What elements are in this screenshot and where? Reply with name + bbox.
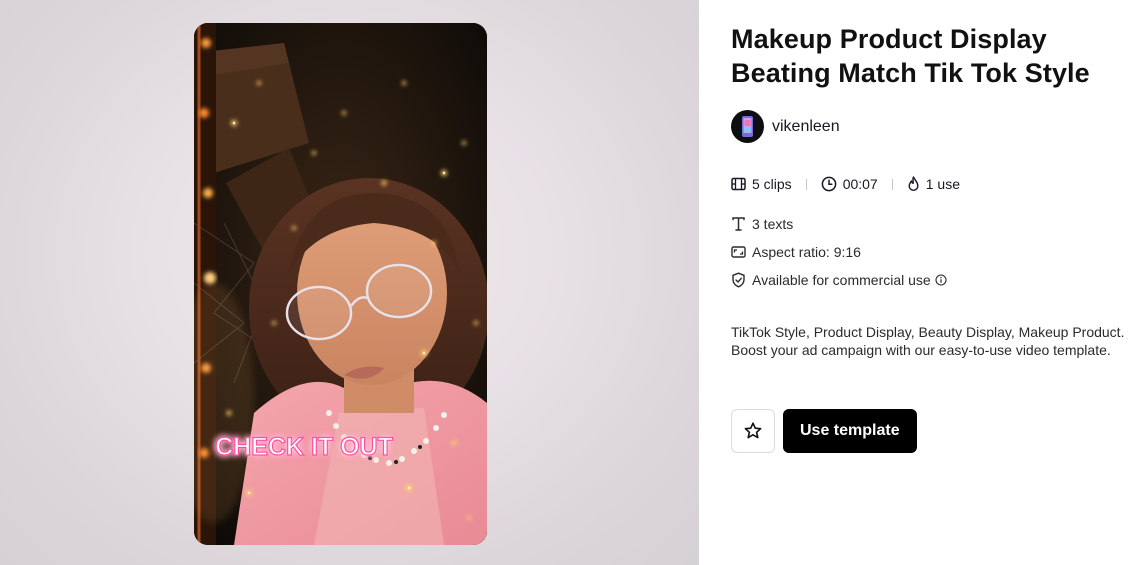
aspect-ratio-value: Aspect ratio: 9:16 [752,244,861,260]
texts-row: 3 texts [731,216,793,232]
favorite-button[interactable] [731,409,775,453]
uses-stat: 1 use [907,176,960,192]
video-preview[interactable]: CHECK IT OUT [194,23,487,545]
preview-pane: CHECK IT OUT [0,0,699,565]
template-stats: 5 clips 00:07 1 use [731,176,960,192]
overlay-caption: CHECK IT OUT [215,433,393,461]
flame-icon [908,176,919,191]
author-avatar[interactable] [731,110,764,143]
shield-check-icon [732,272,745,288]
clips-stat: 5 clips [731,176,792,192]
author-name[interactable]: vikenleen [772,118,840,136]
template-info-panel: Makeup Product Display Beating Match Tik… [699,0,1133,565]
duration-stat: 00:07 [821,176,878,192]
clips-count: 5 clips [752,176,792,192]
commercial-use-label: Available for commercial use [752,272,931,288]
preview-image: CHECK IT OUT [194,23,487,545]
avatar-image [742,116,753,137]
stat-divider [891,178,893,190]
star-icon [744,422,762,439]
template-detail-page: CHECK IT OUT Makeup Product Display Beat… [0,0,1133,565]
template-description: TikTok Style, Product Display, Beauty Di… [731,324,1125,358]
action-bar: Use template [731,409,917,453]
texts-count: 3 texts [752,216,794,232]
info-icon[interactable] [935,274,947,286]
uses-count: 1 use [925,176,960,192]
use-template-button[interactable]: Use template [783,409,917,453]
clock-icon [821,176,837,192]
duration-value: 00:07 [842,176,878,192]
aspect-ratio-icon [731,246,746,258]
aspect-ratio-row: Aspect ratio: 9:16 [731,244,861,260]
commercial-use-row: Available for commercial use [731,272,953,288]
film-icon [731,177,746,191]
author-row[interactable]: vikenleen [731,110,840,143]
text-icon [732,217,745,231]
stat-divider [805,178,807,190]
template-title: Makeup Product Display Beating Match Tik… [731,24,1090,88]
